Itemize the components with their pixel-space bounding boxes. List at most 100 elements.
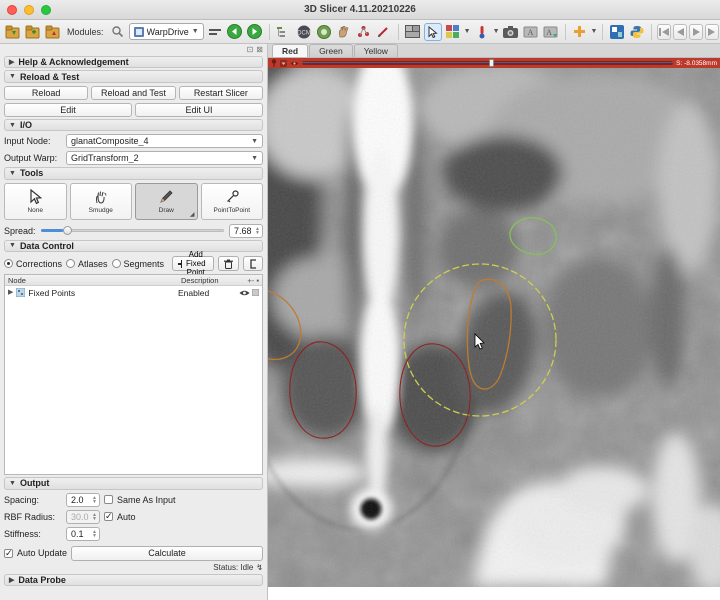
spacing-spinbox[interactable]: 2.0 ▲▼ <box>66 493 100 507</box>
tool-draw-label: Draw <box>159 207 174 214</box>
add-fixed-point-label: Add Fixed Point <box>184 250 208 277</box>
calculate-button[interactable]: Calculate <box>71 546 263 561</box>
module-selector[interactable]: WarpDrive ▼ <box>129 23 204 40</box>
chevron-down-icon[interactable]: ▼ <box>464 28 471 35</box>
spin-arrows-icon[interactable]: ▲▼ <box>255 227 260 235</box>
dcm-database-icon[interactable]: DCM <box>295 23 313 41</box>
trash-icon <box>224 259 233 269</box>
reload-and-test-button[interactable]: Reload and Test <box>91 86 175 100</box>
seq-next-frame-button[interactable] <box>705 24 719 40</box>
collapse-arrow-icon: ▶ <box>9 58 14 66</box>
pin-icon[interactable] <box>271 59 277 67</box>
spread-slider[interactable] <box>41 226 224 235</box>
red-slice-view[interactable] <box>268 68 720 587</box>
tree-row-fixed-points[interactable]: ▶ Fixed Points Enabled <box>5 286 262 299</box>
tool-none-button[interactable]: None <box>4 183 67 220</box>
tab-green[interactable]: Green <box>309 44 353 57</box>
slider-handle[interactable] <box>63 226 72 235</box>
slice-visibility-eye-icon[interactable] <box>290 60 299 67</box>
collapse-arrow-icon: ▼ <box>9 73 16 80</box>
section-help[interactable]: ▶ Help & Acknowledgement <box>4 56 263 68</box>
python-console-button[interactable] <box>628 23 646 41</box>
crosshair-button[interactable] <box>444 23 462 41</box>
annotation-pen-icon[interactable] <box>375 23 393 41</box>
svg-text:DCM: DCM <box>297 30 311 36</box>
status-text: Status: Idle <box>213 563 253 572</box>
input-node-selector[interactable]: glanatComposite_4 ▼ <box>66 134 263 148</box>
scene-view-capture-button[interactable]: A <box>522 23 540 41</box>
expand-arrow-icon[interactable]: ▶ <box>8 289 13 296</box>
slice-slider-handle[interactable] <box>489 59 494 67</box>
output-warp-selector[interactable]: GridTransform_2 ▼ <box>66 151 263 165</box>
section-io-label: I/O <box>20 120 32 130</box>
chevron-down-icon[interactable]: ▼ <box>493 28 500 35</box>
visibility-eye-icon[interactable] <box>239 289 250 297</box>
seq-play-button[interactable] <box>689 24 703 40</box>
section-reload-test[interactable]: ▼ Reload & Test <box>4 70 263 82</box>
module-history-icon[interactable] <box>206 23 224 41</box>
edit-ui-button[interactable]: Edit UI <box>135 103 263 117</box>
add-fixed-point-button[interactable]: Add Fixed Point <box>172 256 214 271</box>
section-tools[interactable]: ▼ Tools <box>4 167 263 179</box>
red-slice-controller[interactable]: S: -8.0358mm <box>268 58 720 68</box>
previous-module-button[interactable] <box>226 23 244 41</box>
radio-corrections-label: Corrections <box>16 259 62 269</box>
tab-yellow[interactable]: Yellow <box>354 44 398 57</box>
tool-none-label: None <box>27 207 43 214</box>
add-point-button[interactable] <box>571 23 589 41</box>
tab-red[interactable]: Red <box>272 44 308 57</box>
same-as-input-checkbox[interactable] <box>104 495 113 504</box>
output-warp-label: Output Warp: <box>4 153 62 163</box>
tool-pointtopoint-label: PointToPoint <box>214 207 251 214</box>
screenshot-button[interactable] <box>502 23 520 41</box>
stiffness-spinbox[interactable]: 0.1 ▲▼ <box>66 527 100 541</box>
module-search-icon[interactable] <box>109 23 127 41</box>
tool-draw-button[interactable]: Draw ◢ <box>135 183 198 220</box>
spin-arrows-icon[interactable]: ▲▼ <box>92 530 97 538</box>
tool-smudge-button[interactable]: Smudge <box>70 183 133 220</box>
volumes-icon[interactable] <box>315 23 333 41</box>
next-module-button[interactable] <box>246 23 264 41</box>
slice-menu-icon[interactable] <box>280 60 287 67</box>
section-data-control[interactable]: ▼ Data Control <box>4 240 263 252</box>
section-io[interactable]: ▼ I/O <box>4 119 263 131</box>
section-data-probe[interactable]: ▶ Data Probe <box>4 574 263 586</box>
extensions-manager-button[interactable] <box>608 23 626 41</box>
load-data-icon[interactable] <box>24 23 42 41</box>
auto-update-checkbox[interactable] <box>4 549 13 558</box>
restart-slicer-button[interactable]: Restart Slicer <box>179 86 263 100</box>
scene-hierarchy-icon[interactable] <box>275 23 293 41</box>
rbf-auto-checkbox[interactable] <box>104 512 113 521</box>
tool-pointtopoint-button[interactable]: PointToPoint <box>201 183 264 220</box>
main-toolbar: Modules: WarpDrive ▼ DCM ▼ ▼ A A ▼ <box>0 20 720 44</box>
radio-corrections[interactable]: Corrections <box>4 259 62 269</box>
color-swatch-icon[interactable] <box>252 289 259 296</box>
chevron-down-icon[interactable]: ▼ <box>591 28 598 35</box>
markups-icon[interactable] <box>355 23 373 41</box>
clear-corrections-button[interactable] <box>243 256 263 271</box>
spin-arrows-icon[interactable]: ▲▼ <box>92 496 97 504</box>
layout-selector-icon[interactable] <box>404 23 422 41</box>
panel-popout-icon[interactable]: ⊠ <box>256 45 263 54</box>
section-output[interactable]: ▼ Output <box>4 477 263 489</box>
corrections-tree[interactable]: Node Description +- ▪ ▶ Fixed Points Ena… <box>4 274 263 475</box>
interaction-hand-icon[interactable] <box>335 23 353 41</box>
window-level-button[interactable] <box>473 23 491 41</box>
panel-pin-icon[interactable]: ⊡ <box>247 45 254 54</box>
scene-view-restore-button[interactable]: A <box>542 23 560 41</box>
delete-points-button[interactable] <box>218 256 239 271</box>
seq-prev-frame-button[interactable] <box>673 24 687 40</box>
radio-segments[interactable]: Segments <box>112 259 165 269</box>
slice-offset-slider[interactable] <box>302 61 673 65</box>
spread-spinbox[interactable]: 7.68 ▲▼ <box>229 224 263 238</box>
load-dicom-icon[interactable] <box>4 23 22 41</box>
save-scene-icon[interactable] <box>44 23 62 41</box>
mouse-mode-select-button[interactable] <box>424 23 442 41</box>
svg-text:A: A <box>546 28 552 37</box>
radio-atlases[interactable]: Atlases <box>66 259 108 269</box>
spread-label: Spread: <box>4 226 36 236</box>
seq-first-frame-button[interactable] <box>657 24 671 40</box>
rbf-radius-spinbox[interactable]: 30.0 ▲▼ <box>66 510 100 524</box>
edit-button[interactable]: Edit <box>4 103 132 117</box>
reload-button[interactable]: Reload <box>4 86 88 100</box>
